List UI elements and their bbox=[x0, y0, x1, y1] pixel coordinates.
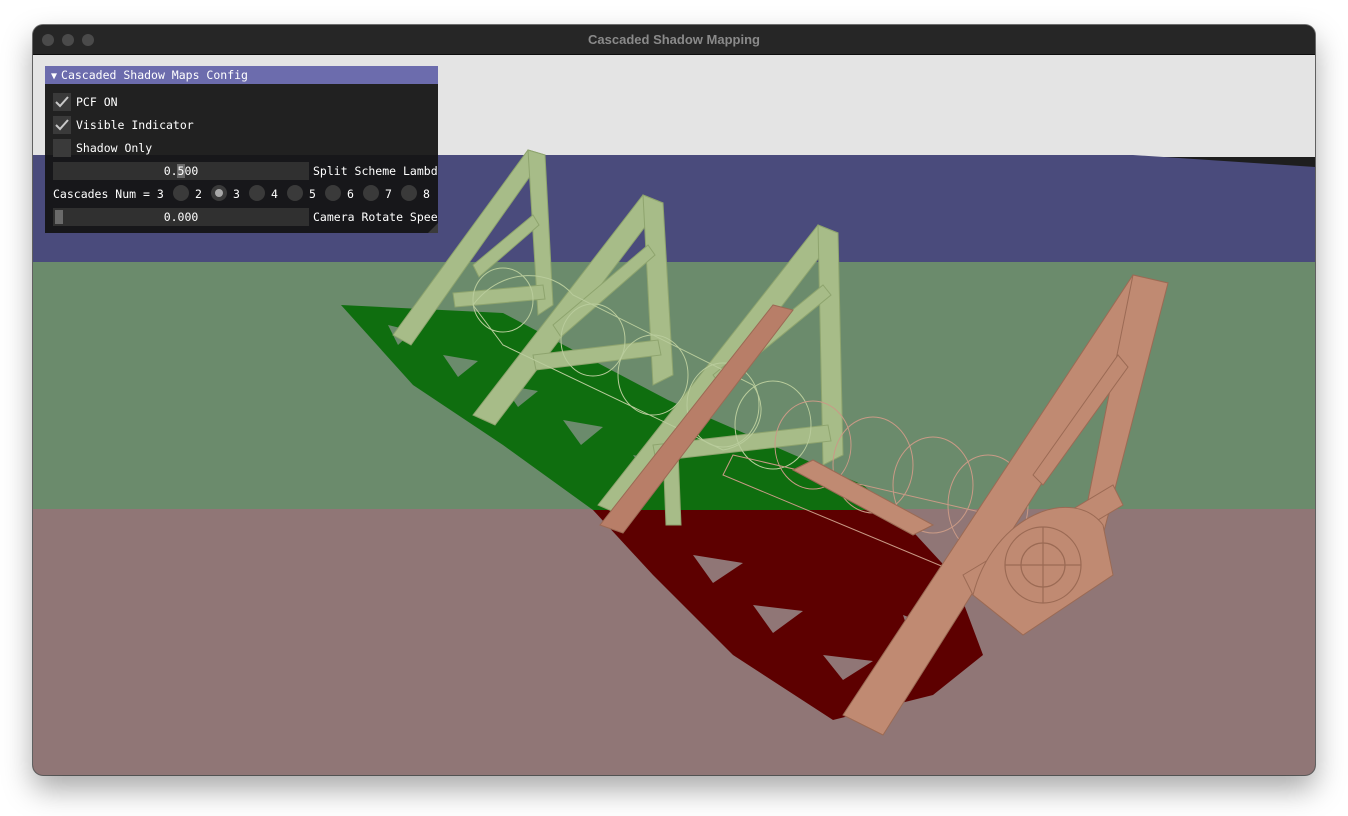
cascade-option-3: 3 bbox=[233, 187, 240, 201]
cascades-row: Cascades Num = 3 2 3 4 5 6 7 8 bbox=[53, 185, 438, 206]
cascade-radio-5[interactable] bbox=[287, 185, 303, 201]
split-lambda-slider[interactable]: 0.500 bbox=[53, 162, 309, 180]
resize-grip[interactable] bbox=[428, 223, 438, 233]
cascade-radio-8[interactable] bbox=[401, 185, 417, 201]
render-viewport[interactable]: ▼ Cascaded Shadow Maps Config PCF ON Visi… bbox=[33, 55, 1315, 775]
split-lambda-value: 0.500 bbox=[163, 164, 199, 178]
cascade-radio-6[interactable] bbox=[325, 185, 341, 201]
checkmark-icon bbox=[55, 119, 69, 131]
cascade-radio-4[interactable] bbox=[249, 185, 265, 201]
split-lambda-row: 0.500 Split Scheme Lambda bbox=[53, 162, 438, 182]
pcf-label: PCF ON bbox=[76, 95, 118, 109]
camera-speed-value: 0.000 bbox=[163, 210, 199, 224]
shadow-only-checkbox[interactable] bbox=[53, 139, 71, 157]
window-title: Cascaded Shadow Mapping bbox=[588, 32, 760, 47]
app-window: Cascaded Shadow Mapping ▼ Cascaded Shado… bbox=[33, 25, 1315, 775]
cascade-option-8: 8 bbox=[423, 187, 430, 201]
cascades-label: Cascades Num = 3 bbox=[53, 187, 164, 201]
triangle-down-icon[interactable]: ▼ bbox=[51, 71, 57, 82]
config-panel-header[interactable]: ▼ Cascaded Shadow Maps Config bbox=[45, 66, 438, 84]
cascade-option-5: 5 bbox=[309, 187, 316, 201]
cascade-radio-3[interactable] bbox=[211, 185, 227, 201]
cascade-option-7: 7 bbox=[385, 187, 392, 201]
visible-indicator-label: Visible Indicator bbox=[76, 118, 194, 132]
camera-speed-row: 0.000 Camera Rotate Speed bbox=[53, 208, 438, 228]
visible-indicator-checkbox[interactable] bbox=[53, 116, 71, 134]
camera-speed-label: Camera Rotate Speed bbox=[313, 210, 438, 224]
shadow-only-label: Shadow Only bbox=[76, 141, 153, 155]
cascade-radio-7[interactable] bbox=[363, 185, 379, 201]
split-lambda-label: Split Scheme Lambda bbox=[313, 164, 438, 178]
cascade-radio-2[interactable] bbox=[173, 185, 189, 201]
camera-speed-slider[interactable]: 0.000 bbox=[53, 208, 309, 226]
cascade-option-2: 2 bbox=[195, 187, 202, 201]
cascade-option-6: 6 bbox=[347, 187, 354, 201]
config-panel-title: Cascaded Shadow Maps Config bbox=[61, 68, 248, 82]
pcf-checkbox[interactable] bbox=[53, 93, 71, 111]
checkmark-icon bbox=[55, 96, 69, 108]
title-bar[interactable]: Cascaded Shadow Mapping bbox=[33, 25, 1315, 55]
cascade-option-4: 4 bbox=[271, 187, 278, 201]
config-panel: ▼ Cascaded Shadow Maps Config PCF ON Visi… bbox=[45, 66, 438, 233]
